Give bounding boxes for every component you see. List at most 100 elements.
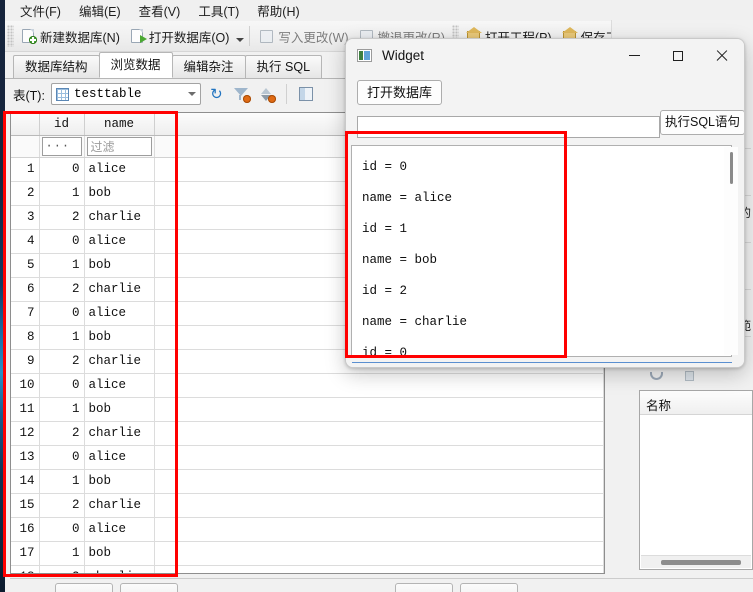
table-row[interactable]: 182charlie <box>11 565 604 573</box>
cell-name[interactable]: charlie <box>84 565 155 573</box>
row-number[interactable]: 3 <box>11 205 40 230</box>
table-row[interactable]: 16 0 alice <box>11 517 604 542</box>
undo-icon[interactable] <box>649 368 665 384</box>
column-header-name[interactable]: name <box>84 113 155 136</box>
cell-id[interactable]: 2 <box>39 421 85 446</box>
cell-id[interactable]: 0 <box>39 301 85 326</box>
cell-name[interactable]: alice <box>84 301 155 326</box>
row-number[interactable]: 1 <box>11 157 40 182</box>
table-row[interactable]: 14 1 bob <box>11 469 604 494</box>
open-database-dialog-button[interactable]: 打开数据库 <box>357 80 443 105</box>
cell-id[interactable]: 0 <box>39 229 85 254</box>
print-button[interactable] <box>297 85 316 104</box>
cell-id[interactable]: 1 <box>39 397 85 422</box>
name-panel-hscroll-thumb[interactable] <box>661 560 741 565</box>
refresh-button[interactable]: ↻ <box>207 85 226 104</box>
cell-id[interactable]: 2 <box>39 205 85 230</box>
cell-name[interactable]: charlie <box>84 349 155 374</box>
row-number[interactable]: 12 <box>11 421 40 446</box>
table-row[interactable]: 12 2 charlie <box>11 421 604 446</box>
cell-name[interactable]: alice <box>84 373 155 398</box>
row-number[interactable]: 15 <box>11 493 40 518</box>
widget-dialog-titlebar[interactable]: Widget <box>346 39 744 72</box>
filter-menu-icon[interactable]: ··· <box>46 139 71 153</box>
widget-dialog[interactable]: Widget 打开数据库 执行SQL语句 id = 0 name = alice i… <box>345 38 745 368</box>
column-header-id[interactable]: id <box>39 113 85 136</box>
table-row[interactable]: 13 0 alice <box>11 445 604 470</box>
cell-id[interactable]: 0 <box>39 373 85 398</box>
cell-id[interactable]: 2 <box>39 277 85 302</box>
cell-id[interactable]: 1 <box>39 541 85 566</box>
bottom-button-1[interactable] <box>55 583 113 592</box>
row-number[interactable]: 14 <box>11 469 40 494</box>
menu-item-view[interactable]: 查看(V) <box>130 0 190 23</box>
cell-id[interactable]: 0 <box>39 517 85 542</box>
row-number[interactable]: 2 <box>11 181 40 206</box>
new-database-button[interactable]: 新建数据库(N) <box>16 24 125 48</box>
filter-cell-name[interactable]: 过滤 <box>84 135 155 158</box>
name-panel-hscrollbar[interactable] <box>641 555 751 568</box>
sql-input-field[interactable] <box>358 117 659 137</box>
row-number[interactable]: 11 <box>11 397 40 422</box>
cell-name[interactable]: charlie <box>84 205 155 230</box>
cell-id[interactable]: 1 <box>39 181 85 206</box>
clear-sorting-button[interactable] <box>257 85 276 104</box>
cell-name[interactable]: alice <box>84 157 155 182</box>
row-number[interactable]: 13 <box>11 445 40 470</box>
tab-execute-sql[interactable]: 执行 SQL <box>244 55 323 78</box>
clear-filters-button[interactable] <box>232 85 251 104</box>
cell-name[interactable]: charlie <box>84 493 155 518</box>
row-number[interactable]: 6 <box>11 277 40 302</box>
cell-id[interactable]: 1 <box>39 469 85 494</box>
table-selector-combobox[interactable]: testtable <box>50 83 201 105</box>
menu-item-help[interactable]: 帮助(H) <box>248 0 308 23</box>
tab-browse-data[interactable]: 浏览数据 <box>98 52 173 78</box>
write-changes-button[interactable]: 写入更改(W) <box>254 24 353 48</box>
open-database-button[interactable]: 打开数据库(O) <box>125 24 235 48</box>
sql-input[interactable] <box>357 116 660 138</box>
cell-id[interactable]: 2 <box>39 349 85 374</box>
minimize-button[interactable] <box>612 39 656 72</box>
table-row[interactable]: 10 0 alice <box>11 373 604 398</box>
bottom-button-2[interactable] <box>120 583 178 592</box>
menu-item-file[interactable]: 文件(F) <box>11 0 70 23</box>
row-number[interactable]: 8 <box>11 325 40 350</box>
cell-id[interactable]: 0 <box>39 445 85 470</box>
cell-name[interactable]: bob <box>84 325 155 350</box>
row-number[interactable]: 17 <box>11 541 40 566</box>
maximize-button[interactable] <box>656 39 700 72</box>
cell-id[interactable]: 1 <box>39 253 85 278</box>
name-panel[interactable]: 名称 <box>639 390 753 570</box>
cell-name[interactable]: bob <box>84 253 155 278</box>
cell-name[interactable]: alice <box>84 445 155 470</box>
cell-id[interactable]: 2 <box>39 565 85 573</box>
run-sql-button[interactable]: 执行SQL语句 <box>660 110 744 135</box>
row-number[interactable]: 4 <box>11 229 40 254</box>
add-record-icon[interactable] <box>683 368 699 384</box>
cell-name[interactable]: bob <box>84 469 155 494</box>
table-row[interactable]: 15 2 charlie <box>11 493 604 518</box>
cell-name[interactable]: bob <box>84 541 155 566</box>
row-number[interactable]: 18 <box>11 565 40 573</box>
menu-item-tools[interactable]: 工具(T) <box>189 0 248 23</box>
tab-edit-pragmas[interactable]: 编辑杂注 <box>171 55 246 78</box>
cell-name[interactable]: alice <box>84 229 155 254</box>
toolbar-grip[interactable] <box>7 25 14 47</box>
row-number[interactable]: 5 <box>11 253 40 278</box>
cell-name[interactable]: charlie <box>84 277 155 302</box>
cell-name[interactable]: charlie <box>84 421 155 446</box>
cell-id[interactable]: 2 <box>39 493 85 518</box>
sql-output-scrollbar-thumb[interactable] <box>730 152 733 184</box>
row-number[interactable]: 9 <box>11 349 40 374</box>
table-row[interactable]: 11 1 bob <box>11 397 604 422</box>
cell-id[interactable]: 1 <box>39 325 85 350</box>
cell-name[interactable]: alice <box>84 517 155 542</box>
row-number[interactable]: 10 <box>11 373 40 398</box>
table-row[interactable]: 17 1 bob <box>11 541 604 566</box>
toolbar-overflow-button[interactable] <box>234 25 245 47</box>
menu-item-edit[interactable]: 编辑(E) <box>70 0 130 23</box>
bottom-button-4[interactable] <box>460 583 518 592</box>
cell-name[interactable]: bob <box>84 181 155 206</box>
filter-cell-id[interactable]: ··· <box>39 135 85 158</box>
row-number[interactable]: 16 <box>11 517 40 542</box>
